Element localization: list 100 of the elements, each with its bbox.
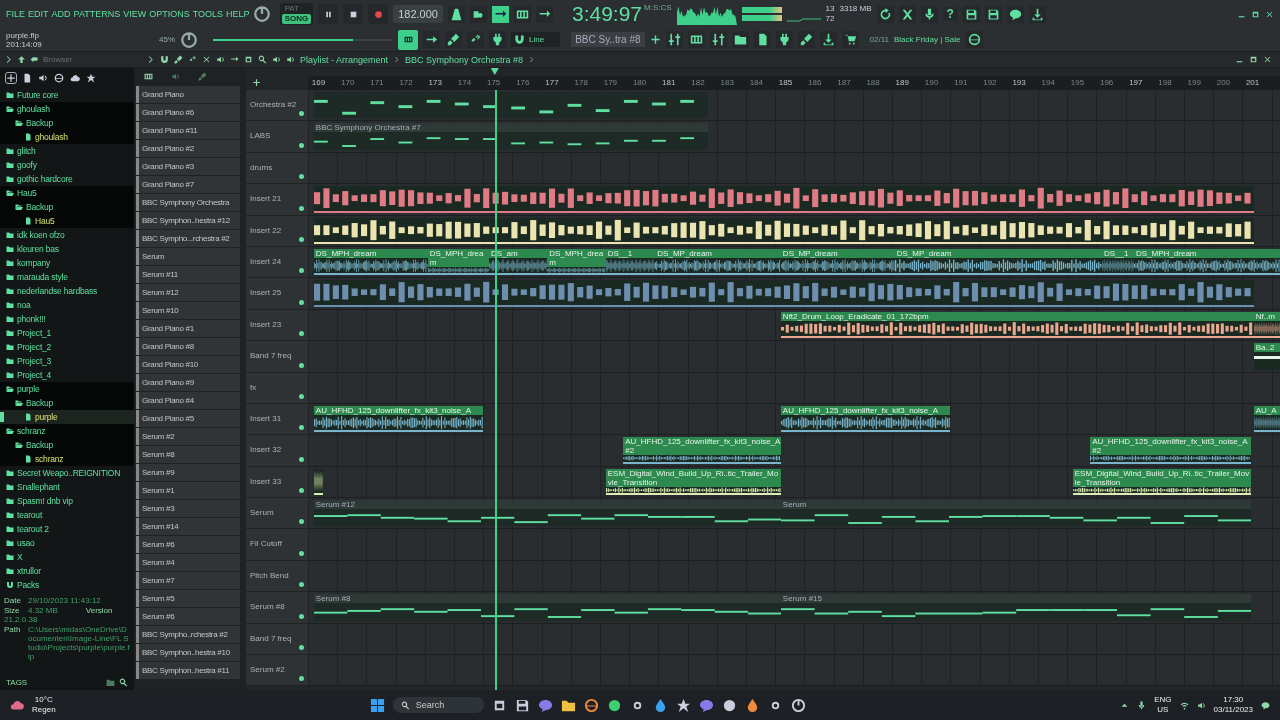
microphone-icon[interactable]: [920, 5, 938, 23]
file-icon[interactable]: [753, 31, 771, 48]
audio-clip[interactable]: AU_A: [1253, 405, 1280, 433]
cart-icon[interactable]: [841, 31, 859, 48]
magnet-icon[interactable]: [160, 55, 169, 64]
pattern-item[interactable]: Serum #6: [136, 536, 240, 553]
close-icon[interactable]: [1263, 55, 1272, 64]
cut-icon[interactable]: [898, 5, 916, 23]
globe-icon[interactable]: [965, 31, 983, 48]
menu-item[interactable]: EDIT: [28, 9, 49, 19]
browser-item[interactable]: Snallephant: [0, 480, 134, 494]
speaker-icon[interactable]: [286, 55, 295, 64]
menu-arrow-icon[interactable]: [146, 55, 155, 64]
audio-clip[interactable]: AU_HFHD_125_downlifter_fx_kit3_noise_A #2: [1090, 437, 1251, 464]
browser-item[interactable]: gothic hardcore: [0, 172, 134, 186]
automation-clip[interactable]: Ba..2: [1253, 343, 1280, 370]
add-pattern-icon[interactable]: [649, 34, 661, 45]
track-header[interactable]: Insert 23: [246, 309, 308, 342]
pattern-item[interactable]: Serum #3: [136, 500, 240, 517]
browser-item[interactable]: kleuren bas: [0, 242, 134, 256]
maximize-icon[interactable]: [1251, 9, 1260, 19]
track-header[interactable]: Insert 33: [246, 466, 308, 499]
menu-item[interactable]: FILE: [6, 9, 25, 19]
browser-item[interactable]: Backup: [0, 200, 134, 214]
pattern-item[interactable]: Grand Piano #10: [136, 356, 240, 373]
mode-switch[interactable]: PAT SONG: [279, 3, 314, 25]
expand-icon[interactable]: [4, 55, 13, 64]
chat-app-icon[interactable]: [699, 697, 715, 713]
audio-clip[interactable]: DS__1: [1101, 248, 1135, 276]
pattern-clip[interactable]: [313, 92, 708, 119]
track-header[interactable]: Insert 31: [246, 403, 308, 436]
star-icon[interactable]: [86, 73, 96, 83]
menu-item[interactable]: TOOLS: [192, 9, 224, 19]
select-icon[interactable]: [244, 55, 253, 64]
download-icon[interactable]: [819, 31, 837, 48]
audio-clip[interactable]: Nf..m: [1253, 311, 1280, 339]
browser-item[interactable]: ghoulash: [0, 130, 134, 144]
track-enable-led[interactable]: [299, 425, 304, 431]
pattern-item[interactable]: Serum #7: [136, 572, 240, 589]
plug-icon[interactable]: [489, 31, 506, 48]
track-header[interactable]: Band 7 freq: [246, 341, 308, 373]
audio-clip[interactable]: DS_MP_dream: [894, 248, 1102, 276]
app-icon[interactable]: [722, 697, 738, 713]
browser-item[interactable]: phonk!!!: [0, 312, 134, 326]
add-track-icon[interactable]: [252, 78, 261, 87]
track-header[interactable]: Insert 25: [246, 278, 308, 310]
pattern-item[interactable]: BBC Sympho...rchestra #2: [136, 230, 240, 247]
track-header[interactable]: LABS: [246, 121, 308, 153]
folder-icon[interactable]: [731, 31, 749, 48]
pattern-item[interactable]: BBC Symphon..hestra #10: [136, 644, 240, 661]
audio-clip[interactable]: [313, 186, 1254, 213]
speaker-icon[interactable]: [38, 73, 48, 83]
audio-clip[interactable]: DS_MP_dream: [655, 248, 781, 276]
browser-item[interactable]: noa: [0, 298, 134, 312]
track-enable-led[interactable]: [299, 299, 304, 305]
tempo-display[interactable]: 182.000: [393, 5, 443, 23]
record-button[interactable]: [368, 4, 389, 24]
weather-icon[interactable]: [10, 698, 24, 712]
pattern-item[interactable]: Grand Piano #4: [136, 392, 240, 409]
clock-date[interactable]: 03/11/2023: [1213, 705, 1253, 715]
track-header[interactable]: Pitch Bend: [246, 560, 308, 593]
region-indicator[interactable]: US: [1157, 705, 1169, 715]
browser-item[interactable]: Backup: [0, 396, 134, 410]
piano-roll-button[interactable]: [398, 29, 418, 50]
track-enable-led[interactable]: [299, 645, 304, 651]
pattern-item[interactable]: Serum #1: [136, 482, 240, 499]
help-button[interactable]: ?: [942, 7, 958, 21]
stop-button[interactable]: [343, 4, 364, 24]
menu-item[interactable]: HELP: [226, 9, 250, 19]
pattern-item[interactable]: Grand Piano #1: [136, 320, 240, 337]
notification-icon[interactable]: [1261, 700, 1270, 710]
track-enable-led[interactable]: [299, 236, 304, 242]
browser-item[interactable]: schranz: [0, 424, 134, 438]
track-header[interactable]: Insert 22: [246, 215, 308, 247]
pattern-item[interactable]: BBC Symphon..hestra #12: [136, 212, 240, 229]
audio-clip[interactable]: DS_MPH_dream: [1134, 248, 1280, 276]
pattern-item[interactable]: Grand Piano #11: [136, 122, 240, 139]
browser-item[interactable]: glitch: [0, 144, 134, 158]
mute-icon[interactable]: [216, 55, 225, 64]
track-header[interactable]: Insert 21: [246, 184, 308, 216]
track-enable-led[interactable]: [299, 268, 304, 274]
timeline-ruler[interactable]: 169 170 171 172 173 174 175 176 177 178 179 180 181 182 183 184 185 186 187 188 189 190 191 192 193 194 195 196 197 198 199 200 201: [308, 76, 1280, 90]
volume-icon[interactable]: [1196, 700, 1206, 710]
pattern-clip[interactable]: Serum: [780, 500, 1251, 527]
speaker-icon[interactable]: [272, 55, 281, 64]
pattern-clip[interactable]: Serum #8: [313, 594, 781, 621]
store-icon[interactable]: [515, 697, 531, 713]
search-icon[interactable]: [119, 677, 128, 687]
track-enable-led[interactable]: [299, 174, 304, 180]
browser-item[interactable]: Future core: [0, 88, 134, 102]
track-header[interactable]: Insert 24: [246, 246, 308, 279]
pattern-item[interactable]: BBC Symphon..hestra #11: [136, 662, 240, 679]
browser-item[interactable]: Secret Weapo..REIGNITION: [0, 466, 134, 480]
browser-item[interactable]: tearout: [0, 508, 134, 522]
download-icon[interactable]: [1028, 5, 1046, 23]
master-volume-slider[interactable]: [213, 38, 393, 41]
browser-item[interactable]: schranz: [0, 452, 134, 466]
browser-item[interactable]: ghoulash: [0, 102, 134, 116]
audio-clip[interactable]: DS_MP_dream: [780, 248, 895, 276]
close-icon[interactable]: [1265, 9, 1274, 19]
